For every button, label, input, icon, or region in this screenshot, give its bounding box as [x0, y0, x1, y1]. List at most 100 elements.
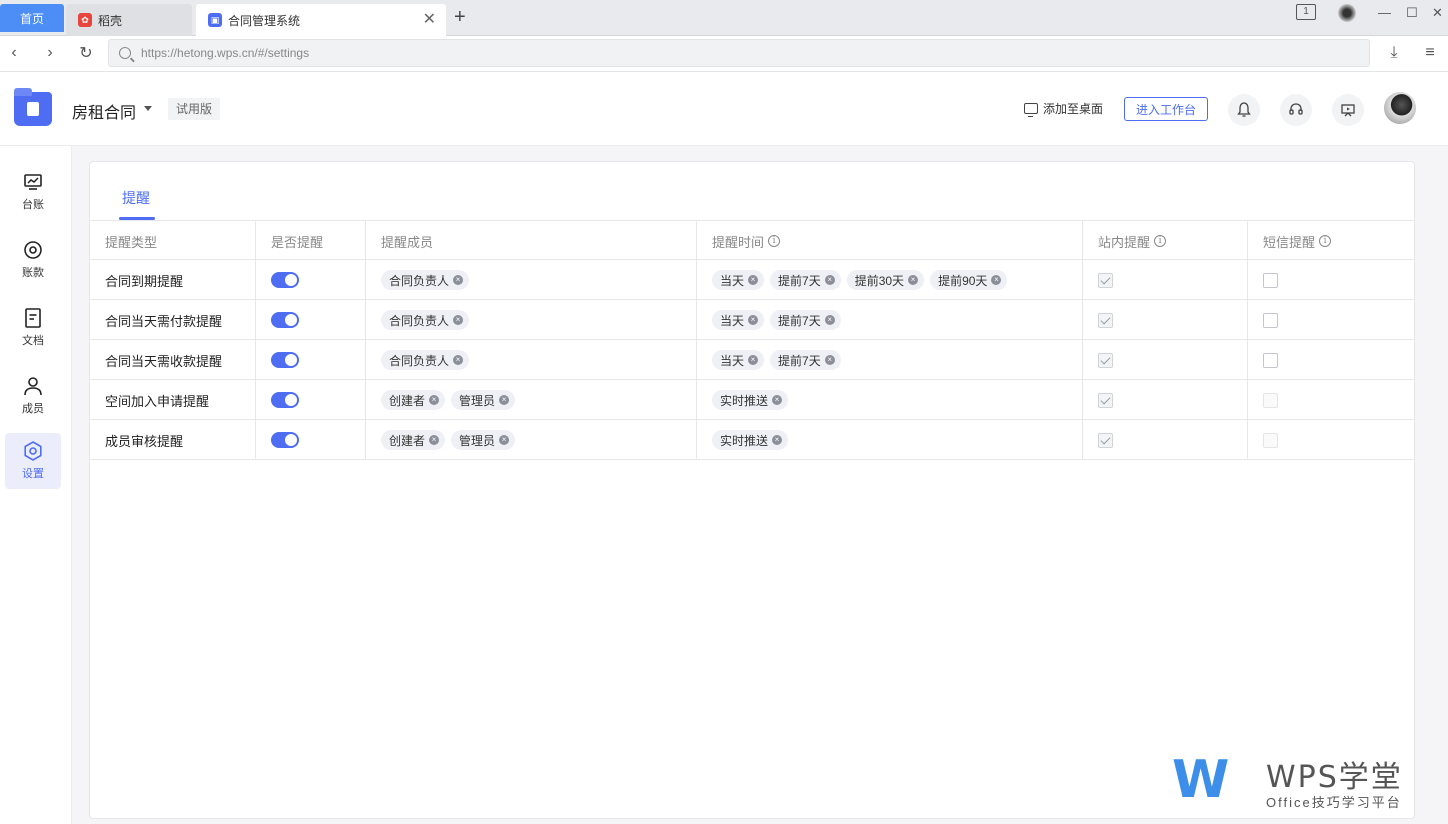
- sidebar-item-label: 文档: [22, 335, 44, 347]
- remove-tag-icon[interactable]: ×: [824, 315, 835, 325]
- table-row: 合同当天需付款提醒 合同负责人 × 当天 × 提前7天 ×: [90, 300, 1414, 340]
- remove-tag-icon[interactable]: ×: [824, 355, 835, 365]
- back-icon[interactable]: ‹: [4, 43, 24, 63]
- tab-contract-system[interactable]: ▣ 合同管理系统 ✕: [196, 4, 446, 36]
- tag-chip[interactable]: 实时推送 ×: [712, 430, 789, 450]
- info-icon[interactable]: i: [1319, 235, 1332, 247]
- tag-chip[interactable]: 管理员 ×: [451, 430, 516, 450]
- chevron-down-icon[interactable]: [144, 106, 152, 111]
- reminder-type-cell: 成员审核提醒: [90, 420, 256, 460]
- reminder-toggle[interactable]: [271, 432, 299, 448]
- tag-chip[interactable]: 创建者 ×: [381, 430, 446, 450]
- reminder-toggle[interactable]: [271, 392, 299, 408]
- maximize-icon[interactable]: ☐: [1406, 5, 1418, 21]
- url-field[interactable]: https://hetong.wps.cn/#/settings: [108, 39, 1370, 67]
- remove-tag-icon[interactable]: ×: [772, 395, 783, 405]
- profile-icon[interactable]: [1338, 4, 1356, 22]
- minimize-icon[interactable]: —: [1378, 5, 1391, 20]
- reader-mode-icon[interactable]: 1: [1296, 4, 1316, 20]
- presentation-icon[interactable]: [1332, 94, 1364, 126]
- sms-checkbox[interactable]: [1263, 312, 1278, 328]
- remove-tag-icon[interactable]: ×: [748, 355, 759, 365]
- tag-chip[interactable]: 提前30天 ×: [846, 270, 925, 290]
- sms-checkbox: [1263, 432, 1278, 448]
- remove-tag-icon[interactable]: ×: [748, 275, 759, 285]
- reminder-toggle[interactable]: [271, 312, 299, 328]
- reminder-type-cell: 合同当天需付款提醒: [90, 300, 256, 340]
- sms-cell: [1248, 300, 1414, 340]
- reminder-type-cell: 合同到期提醒: [90, 260, 256, 300]
- tag-chip[interactable]: 管理员 ×: [451, 390, 516, 410]
- sidebar-item-documents[interactable]: 文档: [5, 300, 61, 356]
- reminder-type: 合同当天需收款提醒: [105, 353, 223, 369]
- tab-docer[interactable]: ✿ 稻壳: [66, 4, 192, 36]
- tab-reminders[interactable]: 提醒: [122, 188, 150, 208]
- tag-label: 当天: [720, 273, 745, 288]
- remove-tag-icon[interactable]: ×: [991, 275, 1002, 285]
- sms-checkbox[interactable]: [1263, 272, 1278, 288]
- reminder-type-cell: 空间加入申请提醒: [90, 380, 256, 420]
- sidebar-item-payment[interactable]: 账款: [5, 232, 61, 288]
- tag-chip[interactable]: 合同负责人 ×: [381, 310, 470, 330]
- reminder-toggle[interactable]: [271, 272, 299, 288]
- remove-tag-icon[interactable]: ×: [499, 435, 510, 445]
- info-icon[interactable]: i: [1154, 235, 1167, 247]
- reminder-toggle[interactable]: [271, 352, 299, 368]
- add-to-desktop-button[interactable]: 添加至桌面: [1024, 100, 1103, 117]
- forward-icon[interactable]: ›: [40, 43, 60, 63]
- tag-chip[interactable]: 当天 ×: [712, 270, 765, 290]
- in-app-checkbox[interactable]: [1098, 312, 1113, 328]
- info-icon[interactable]: i: [768, 235, 781, 247]
- sidebar-item-members[interactable]: 成员: [5, 368, 61, 424]
- tag-chip[interactable]: 提前7天 ×: [770, 350, 841, 370]
- tag-chip[interactable]: 当天 ×: [712, 310, 765, 330]
- in-app-checkbox[interactable]: [1098, 272, 1113, 288]
- headset-icon[interactable]: [1280, 94, 1312, 126]
- in-app-checkbox[interactable]: [1098, 432, 1113, 448]
- sms-checkbox[interactable]: [1263, 352, 1278, 368]
- tag-chip[interactable]: 创建者 ×: [381, 390, 446, 410]
- refresh-icon[interactable]: ↻: [76, 43, 96, 63]
- column-header: 是否提醒: [256, 221, 366, 261]
- close-window-icon[interactable]: ✕: [1432, 5, 1443, 21]
- new-tab-button[interactable]: +: [454, 7, 466, 27]
- contract-icon: ▣: [208, 13, 222, 27]
- in-app-checkbox[interactable]: [1098, 392, 1113, 408]
- tag-chip[interactable]: 提前90天 ×: [930, 270, 1008, 290]
- table-row: 合同当天需收款提醒 合同负责人 × 当天 × 提前7天 ×: [90, 340, 1414, 380]
- tag-label: 当天: [720, 313, 745, 328]
- remove-tag-icon[interactable]: ×: [748, 315, 759, 325]
- remove-tag-icon[interactable]: ×: [429, 395, 440, 405]
- remove-tag-icon[interactable]: ×: [453, 275, 464, 285]
- menu-icon[interactable]: ≡: [1420, 43, 1440, 63]
- remove-tag-icon[interactable]: ×: [908, 275, 919, 285]
- sidebar-item-ledger[interactable]: 台账: [5, 164, 61, 220]
- bell-icon[interactable]: [1228, 94, 1260, 126]
- add-to-desktop-label: 添加至桌面: [1043, 102, 1104, 116]
- column-header-label: 提醒时间: [712, 234, 765, 250]
- enter-workbench-button[interactable]: 进入工作台: [1124, 97, 1208, 121]
- remove-tag-icon[interactable]: ×: [824, 275, 835, 285]
- download-icon[interactable]: ⤓: [1384, 43, 1404, 63]
- tag-chip[interactable]: 合同负责人 ×: [381, 270, 470, 290]
- tag-label: 创建者: [389, 433, 426, 448]
- sidebar-item-settings[interactable]: 设置: [5, 433, 61, 489]
- remove-tag-icon[interactable]: ×: [429, 435, 440, 445]
- watermark-title: WPS学堂: [1266, 760, 1403, 795]
- in-app-cell: [1083, 300, 1248, 340]
- tag-chip[interactable]: 提前7天 ×: [770, 310, 841, 330]
- tag-label: 当天: [720, 353, 745, 368]
- remove-tag-icon[interactable]: ×: [453, 355, 464, 365]
- remove-tag-icon[interactable]: ×: [772, 435, 783, 445]
- tag-chip[interactable]: 合同负责人 ×: [381, 350, 470, 370]
- in-app-checkbox[interactable]: [1098, 352, 1113, 368]
- project-name[interactable]: 房租合同: [72, 99, 136, 123]
- remove-tag-icon[interactable]: ×: [453, 315, 464, 325]
- home-tab[interactable]: 首页: [0, 4, 64, 32]
- avatar[interactable]: [1384, 92, 1416, 124]
- close-tab-icon[interactable]: ✕: [423, 12, 436, 28]
- remove-tag-icon[interactable]: ×: [499, 395, 510, 405]
- tag-chip[interactable]: 当天 ×: [712, 350, 765, 370]
- tag-chip[interactable]: 提前7天 ×: [770, 270, 841, 290]
- tag-chip[interactable]: 实时推送 ×: [712, 390, 789, 410]
